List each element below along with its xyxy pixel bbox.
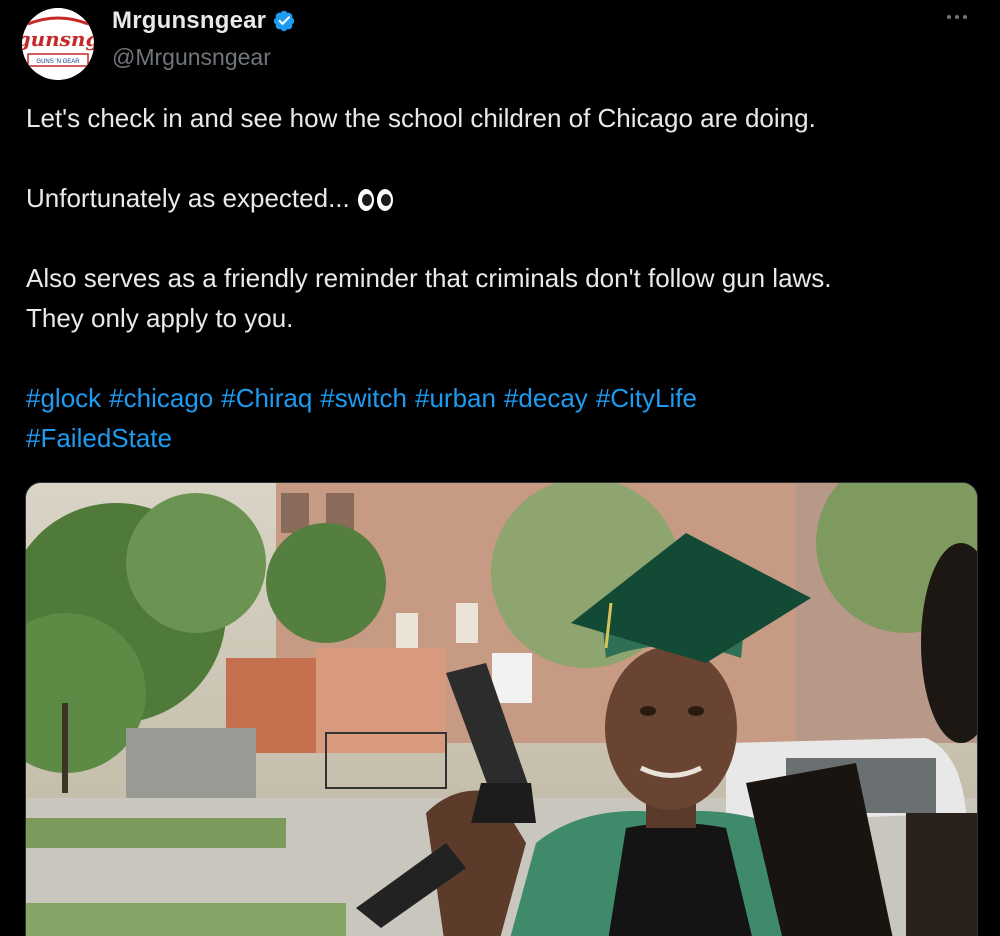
avatar-subtext: GUNS 'N GEAR xyxy=(36,59,80,65)
avatar[interactable]: gunsng GUNS 'N GEAR xyxy=(22,8,94,80)
eyes-icon xyxy=(357,189,393,211)
more-dot xyxy=(963,15,967,19)
more-dot xyxy=(947,15,951,19)
avatar-text: gunsng xyxy=(22,27,94,51)
hashtag-link[interactable]: #decay xyxy=(504,383,588,413)
hashtag-link[interactable]: #CityLife xyxy=(596,383,697,413)
tweet-line: Also serves as a friendly reminder that … xyxy=(26,263,832,293)
tweet-line: Unfortunately as expected... xyxy=(26,178,976,218)
author-name-row: Mrgunsngear xyxy=(112,7,296,35)
verified-badge-icon xyxy=(273,10,295,32)
hashtag-link[interactable]: #FailedState xyxy=(26,423,172,453)
video-player[interactable] xyxy=(25,482,978,936)
tweet-line: Let's check in and see how the school ch… xyxy=(26,103,816,133)
hashtag-row: #glock #chicago #Chiraq #switch #urban #decay… xyxy=(26,378,976,418)
avatar-logo: gunsng GUNS 'N GEAR xyxy=(22,8,94,80)
hashtag-link[interactable]: #chicago xyxy=(109,383,213,413)
tweet-line: They only apply to you. xyxy=(26,303,294,333)
hashtag-row: #FailedState xyxy=(26,418,976,458)
more-icon[interactable] xyxy=(942,6,972,28)
hashtag-link[interactable]: #urban xyxy=(415,383,496,413)
tweet-text: Let's check in and see how the school ch… xyxy=(26,98,976,458)
hashtag-link[interactable]: #switch xyxy=(320,383,407,413)
hashtag-link[interactable]: #glock xyxy=(26,383,101,413)
video-frame xyxy=(26,483,977,936)
handle[interactable]: @Mrgunsngear xyxy=(112,44,271,71)
more-dot xyxy=(955,15,959,19)
tweet-line-text: Unfortunately as expected... xyxy=(26,183,350,213)
display-name[interactable]: Mrgunsngear xyxy=(112,7,266,35)
tweet: gunsng GUNS 'N GEAR Mrgunsngear @Mrgunsn… xyxy=(0,0,1000,936)
hashtag-link[interactable]: #Chiraq xyxy=(221,383,312,413)
